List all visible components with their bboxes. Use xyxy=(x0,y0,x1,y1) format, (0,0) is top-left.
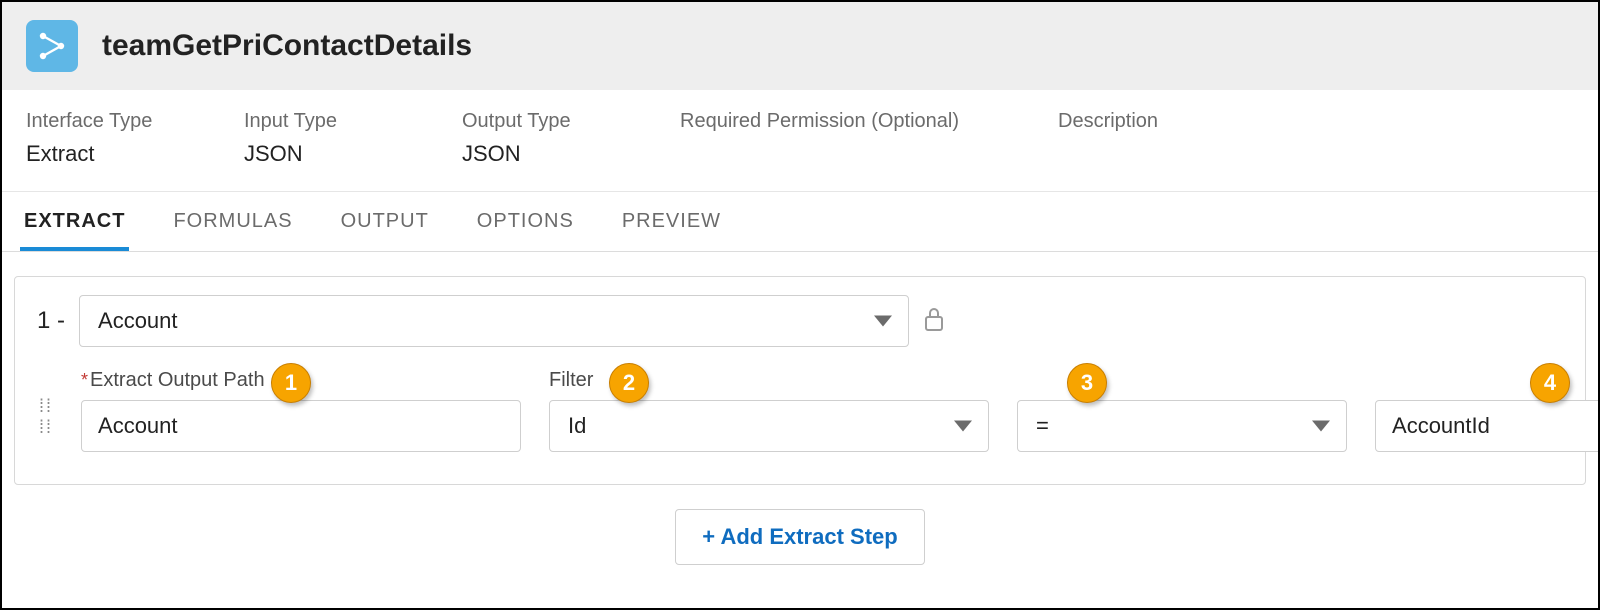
meta-interface-type: Interface Type Extract xyxy=(26,110,196,167)
drag-handle-icon[interactable]: ⁞⁞ ⁞⁞ xyxy=(39,396,53,452)
callout-marker-4: 4 xyxy=(1530,363,1570,403)
meta-value: Extract xyxy=(26,141,196,167)
meta-row: Interface Type Extract Input Type JSON O… xyxy=(2,90,1598,192)
extract-step-card: 1 - Account ⁞⁞ ⁞⁞ xyxy=(14,276,1586,485)
meta-value: JSON xyxy=(244,141,414,167)
add-extract-step-button[interactable]: + Add Extract Step xyxy=(675,509,924,565)
step-index-number: 1 xyxy=(37,307,57,334)
object-dropdown-value: Account xyxy=(98,308,178,334)
operator-field: = 3 xyxy=(1017,369,1347,452)
tab-bar: EXTRACT FORMULAS OUTPUT OPTIONS PREVIEW xyxy=(2,192,1598,252)
required-asterisk: * xyxy=(81,370,88,390)
tab-options[interactable]: OPTIONS xyxy=(473,192,578,251)
meta-label: Required Permission (Optional) xyxy=(680,110,1010,133)
tab-output[interactable]: OUTPUT xyxy=(337,192,433,251)
meta-required-permission: Required Permission (Optional) xyxy=(680,110,1010,167)
meta-label: Output Type xyxy=(462,110,632,133)
tab-preview[interactable]: PREVIEW xyxy=(618,192,725,251)
page-header: teamGetPriContactDetails xyxy=(2,2,1598,90)
tab-extract[interactable]: EXTRACT xyxy=(20,192,129,251)
page-title: teamGetPriContactDetails xyxy=(102,29,472,63)
meta-description: Description xyxy=(1058,110,1228,167)
chevron-down-icon xyxy=(874,316,892,327)
operator-dropdown[interactable]: = xyxy=(1017,400,1347,452)
field-label-text: Extract Output Path xyxy=(90,369,265,391)
extract-output-path-input[interactable] xyxy=(81,400,521,452)
meta-label: Input Type xyxy=(244,110,414,133)
callout-marker-3: 3 xyxy=(1067,363,1107,403)
extract-panel: 1 - Account ⁞⁞ ⁞⁞ xyxy=(2,252,1598,608)
value-field: 4 xyxy=(1375,369,1600,452)
lock-icon xyxy=(923,306,945,337)
filter-dropdown-value: Id xyxy=(568,413,586,439)
callout-marker-1: 1 xyxy=(271,363,311,403)
value-input[interactable] xyxy=(1375,400,1600,452)
filter-row: ⁞⁞ ⁞⁞ *Extract Output Path 1 Filter Id xyxy=(37,369,1563,452)
meta-input-type: Input Type JSON xyxy=(244,110,414,167)
meta-label: Description xyxy=(1058,110,1228,133)
step-index-dash: - xyxy=(57,307,65,334)
meta-value: JSON xyxy=(462,141,632,167)
step-index: 1 - xyxy=(37,307,65,335)
callout-marker-2: 2 xyxy=(609,363,649,403)
meta-output-type: Output Type JSON xyxy=(462,110,632,167)
chevron-down-icon xyxy=(1312,421,1330,432)
extract-output-path-field: *Extract Output Path 1 xyxy=(81,369,521,452)
app-frame: teamGetPriContactDetails Interface Type … xyxy=(0,0,1600,610)
chevron-down-icon xyxy=(954,421,972,432)
meta-label: Interface Type xyxy=(26,110,196,133)
filter-field: Filter Id 2 xyxy=(549,369,989,452)
step-header-row: 1 - Account xyxy=(37,295,1563,347)
filter-dropdown[interactable]: Id xyxy=(549,400,989,452)
panel-footer: + Add Extract Step xyxy=(14,485,1586,565)
operator-dropdown-value: = xyxy=(1036,413,1049,439)
tab-formulas[interactable]: FORMULAS xyxy=(169,192,296,251)
integration-procedure-icon xyxy=(26,20,78,72)
object-dropdown[interactable]: Account xyxy=(79,295,909,347)
